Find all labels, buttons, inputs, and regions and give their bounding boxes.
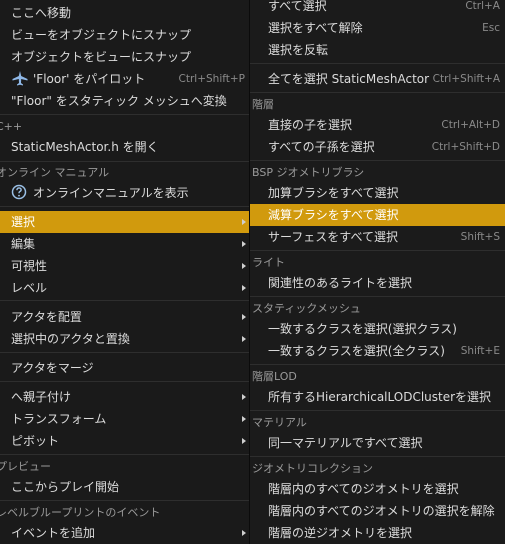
help-circle-icon [11,184,29,200]
play-from-here-item[interactable]: ここからプレイ開始 [0,476,249,498]
select-submenu: すべて選択 Ctrl+A 選択をすべて解除 Esc 選択を反転 全てを選択 Stat… [250,0,505,544]
invert-selection-item[interactable]: 選択を反転 [250,39,505,61]
divider [0,500,249,501]
divider [0,454,249,455]
select-owning-hlod-cluster-item[interactable]: 所有するHierarchicalLODClusterを選択 [250,386,505,408]
submenu-attach-to[interactable]: へ親子付け [0,386,249,408]
submenu-replace-actor[interactable]: 選択中のアクタと置換 [0,328,249,350]
submenu-edit[interactable]: 編集 [0,233,249,255]
select-additive-brushes-item[interactable]: 加算ブラシをすべて選択 [250,182,505,204]
section-header-material: マテリアル [252,416,307,429]
section-header-bsp: BSP ジオメトリブラシ [252,166,365,179]
select-relevant-lights-item[interactable]: 関連性のあるライトを選択 [250,272,505,294]
snap-view-to-object-item[interactable]: ビューをオブジェクトにスナップ [0,24,249,46]
chevron-right-icon [242,241,246,247]
chevron-right-icon [242,336,246,342]
chevron-right-icon [242,416,246,422]
convert-to-static-mesh-item[interactable]: "Floor" をスタティック メッシュへ変換 [0,90,249,112]
select-all-surfaces-item[interactable]: サーフェスをすべて選択 Shift+S [250,226,505,248]
deselect-all-item[interactable]: 選択をすべて解除 Esc [250,17,505,39]
pilot-shortcut: Ctrl+Shift+P [178,73,245,85]
divider [250,456,505,457]
submenu-transform[interactable]: トランスフォーム [0,408,249,430]
pilot-item[interactable]: 'Floor' をパイロット Ctrl+Shift+P [0,68,249,90]
select-all-descendants-item[interactable]: すべての子孫を選択 Ctrl+Shift+D [250,136,505,158]
divider [250,296,505,297]
chevron-right-icon [242,314,246,320]
chevron-right-icon [242,530,246,536]
divider [250,364,505,365]
section-header-preview: プレビュー [0,460,51,473]
section-header-geometry-collection: ジオメトリコレクション [252,462,373,475]
chevron-right-icon [242,394,246,400]
deselect-all-geometry-in-hierarchy-item[interactable]: 階層内のすべてのジオメトリの選択を解除 [250,500,505,522]
section-header-lights: ライト [252,256,285,269]
select-subtractive-brushes-item[interactable]: 減算ブラシをすべて選択 [250,204,505,226]
submenu-select[interactable]: 選択 [0,211,249,233]
select-matching-all-classes-item[interactable]: 一致するクラスを選択(全クラス) Shift+E [250,340,505,362]
select-all-with-same-material-item[interactable]: 同一マテリアルですべて選択 [250,432,505,454]
context-menu: ここへ移動 ビューをオブジェクトにスナップ オブジェクトをビューにスナップ 'F… [0,0,249,544]
submenu-level[interactable]: レベル [0,277,249,299]
submenu-visibility[interactable]: 可視性 [0,255,249,277]
chevron-right-icon [242,438,246,444]
submenu-pivot[interactable]: ピボット [0,430,249,452]
snap-object-to-view-item[interactable]: オブジェクトをビューにスナップ [0,46,249,68]
select-matching-selected-class-item[interactable]: 一致するクラスを選択(選択クラス) [250,318,505,340]
chevron-right-icon [242,285,246,291]
merge-actors-item[interactable]: アクタをマージ [0,357,249,379]
divider [0,352,249,353]
chevron-right-icon [242,263,246,269]
select-all-class-item[interactable]: 全てを選択 StaticMeshActor Ctrl+Shift+A [250,68,505,90]
submenu-add-event[interactable]: イベントを追加 [0,522,249,544]
select-immediate-children-item[interactable]: 直接の子を選択 Ctrl+Alt+D [250,114,505,136]
section-header-hierarchy: 階層 [252,98,274,111]
section-header-level-blueprint: レベルブループリントのイベント [0,506,161,519]
divider [250,410,505,411]
select-all-geometry-in-hierarchy-item[interactable]: 階層内のすべてのジオメトリを選択 [250,478,505,500]
divider [0,300,249,301]
select-all-item[interactable]: すべて選択 Ctrl+A [250,0,505,17]
divider [0,206,249,207]
divider [0,381,249,382]
divider [250,160,505,161]
divider [0,114,249,115]
divider [250,63,505,64]
divider [250,92,505,93]
open-header-item[interactable]: StaticMeshActor.h を開く [0,136,249,158]
section-header-hlod: 階層LOD [252,370,297,383]
online-manual-item[interactable]: オンラインマニュアルを表示 [0,182,249,204]
divider [250,250,505,251]
divider [0,161,249,162]
section-header-online-manual: オンライン マニュアル [0,166,110,179]
move-here-item[interactable]: ここへ移動 [0,2,249,24]
section-header-static-mesh: スタティックメッシュ [252,302,361,315]
select-inverse-geometry-item[interactable]: 階層の逆ジオメトリを選択 [250,522,505,544]
airplane-icon [11,70,29,86]
chevron-right-icon [242,219,246,225]
submenu-place-actor[interactable]: アクタを配置 [0,306,249,328]
section-header-cpp: C++ [0,120,23,133]
